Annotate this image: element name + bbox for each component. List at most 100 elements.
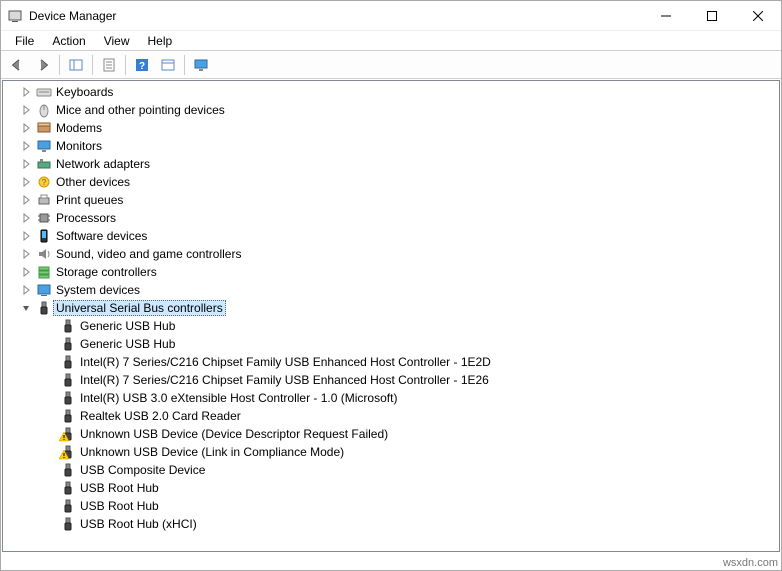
storage-icon	[36, 264, 52, 280]
window-title: Device Manager	[29, 9, 643, 23]
tree-device-label: Intel(R) 7 Series/C216 Chipset Family US…	[79, 355, 492, 369]
tree-category[interactable]: Processors	[3, 209, 779, 227]
tree-category-label: Mice and other pointing devices	[55, 103, 226, 117]
back-button[interactable]	[5, 54, 29, 76]
usb-icon-warning	[60, 444, 76, 460]
tree-category[interactable]: Storage controllers	[3, 263, 779, 281]
expand-arrow-icon[interactable]	[19, 247, 33, 261]
scan-hardware-button[interactable]	[156, 54, 180, 76]
expand-arrow-icon[interactable]	[19, 139, 33, 153]
collapse-arrow-icon[interactable]	[19, 301, 33, 315]
close-button[interactable]	[735, 1, 781, 30]
monitor-icon	[36, 138, 52, 154]
expand-arrow-icon[interactable]	[19, 157, 33, 171]
usb-icon	[60, 372, 76, 388]
tree-device[interactable]: Unknown USB Device (Link in Compliance M…	[3, 443, 779, 461]
tree-device[interactable]: Realtek USB 2.0 Card Reader	[3, 407, 779, 425]
tree-category-label: Modems	[55, 121, 103, 135]
title-bar: Device Manager	[1, 1, 781, 31]
tree-category-label: Software devices	[55, 229, 148, 243]
menu-bar: File Action View Help	[1, 31, 781, 51]
expand-arrow-icon[interactable]	[19, 211, 33, 225]
device-tree: Keyboards Mice and other pointing devices…	[3, 81, 779, 535]
menu-file[interactable]: File	[7, 33, 42, 49]
tree-device-label: Unknown USB Device (Device Descriptor Re…	[79, 427, 389, 441]
tree-category[interactable]: Keyboards	[3, 83, 779, 101]
toolbar-separator	[184, 55, 185, 75]
tree-device[interactable]: USB Root Hub	[3, 497, 779, 515]
usb-icon-warning	[60, 426, 76, 442]
tree-category-label: Monitors	[55, 139, 103, 153]
tree-category-label: Keyboards	[55, 85, 114, 99]
usb-icon	[60, 318, 76, 334]
tree-category[interactable]: Monitors	[3, 137, 779, 155]
properties-button[interactable]	[97, 54, 121, 76]
expand-arrow-icon[interactable]	[19, 265, 33, 279]
tree-category[interactable]: Print queues	[3, 191, 779, 209]
toolbar-separator	[125, 55, 126, 75]
minimize-button[interactable]	[643, 1, 689, 30]
tree-category-label: Print queues	[55, 193, 124, 207]
show-hide-button[interactable]	[64, 54, 88, 76]
tree-device[interactable]: Generic USB Hub	[3, 335, 779, 353]
tree-device[interactable]: Generic USB Hub	[3, 317, 779, 335]
system-icon	[36, 282, 52, 298]
expand-arrow-icon[interactable]	[19, 85, 33, 99]
sound-icon	[36, 246, 52, 262]
menu-action[interactable]: Action	[44, 33, 93, 49]
tree-category[interactable]: Sound, video and game controllers	[3, 245, 779, 263]
tree-category[interactable]: Mice and other pointing devices	[3, 101, 779, 119]
printer-icon	[36, 192, 52, 208]
tree-device[interactable]: Unknown USB Device (Device Descriptor Re…	[3, 425, 779, 443]
tree-device[interactable]: Intel(R) 7 Series/C216 Chipset Family US…	[3, 371, 779, 389]
tree-category[interactable]: System devices	[3, 281, 779, 299]
keyboard-icon	[36, 84, 52, 100]
monitor-button[interactable]	[189, 54, 213, 76]
forward-button[interactable]	[31, 54, 55, 76]
tree-device[interactable]: USB Root Hub (xHCI)	[3, 515, 779, 533]
tree-category-label: Network adapters	[55, 157, 151, 171]
device-tree-panel[interactable]: Keyboards Mice and other pointing devices…	[2, 80, 780, 552]
tree-device[interactable]: USB Root Hub	[3, 479, 779, 497]
expand-arrow-icon[interactable]	[19, 175, 33, 189]
usb-icon	[60, 498, 76, 514]
tree-category[interactable]: Modems	[3, 119, 779, 137]
app-icon	[7, 8, 23, 24]
usb-icon	[60, 354, 76, 370]
usb-icon	[60, 390, 76, 406]
tree-device-label: Generic USB Hub	[79, 319, 176, 333]
tree-device[interactable]: USB Composite Device	[3, 461, 779, 479]
tree-category-label: Sound, video and game controllers	[55, 247, 242, 261]
software-icon	[36, 228, 52, 244]
usb-icon	[36, 300, 52, 316]
usb-icon	[60, 516, 76, 532]
expand-arrow-icon[interactable]	[19, 283, 33, 297]
tree-category[interactable]: ?Other devices	[3, 173, 779, 191]
window-controls	[643, 1, 781, 30]
expand-arrow-icon[interactable]	[19, 103, 33, 117]
network-icon	[36, 156, 52, 172]
help-button[interactable]: ?	[130, 54, 154, 76]
tree-device-label: Unknown USB Device (Link in Compliance M…	[79, 445, 345, 459]
tree-category-label: System devices	[55, 283, 141, 297]
cpu-icon	[36, 210, 52, 226]
menu-help[interactable]: Help	[140, 33, 181, 49]
tree-device-label: USB Root Hub	[79, 481, 160, 495]
tree-category[interactable]: Software devices	[3, 227, 779, 245]
expand-arrow-icon[interactable]	[19, 229, 33, 243]
tree-category-usb[interactable]: Universal Serial Bus controllers	[3, 299, 779, 317]
usb-icon	[60, 480, 76, 496]
modem-icon	[36, 120, 52, 136]
mouse-icon	[36, 102, 52, 118]
expand-arrow-icon[interactable]	[19, 193, 33, 207]
svg-text:?: ?	[42, 178, 47, 187]
menu-view[interactable]: View	[96, 33, 138, 49]
tree-device-label: Generic USB Hub	[79, 337, 176, 351]
usb-icon	[60, 462, 76, 478]
tree-device[interactable]: Intel(R) USB 3.0 eXtensible Host Control…	[3, 389, 779, 407]
expand-arrow-icon[interactable]	[19, 121, 33, 135]
toolbar: ?	[1, 51, 781, 79]
tree-device[interactable]: Intel(R) 7 Series/C216 Chipset Family US…	[3, 353, 779, 371]
tree-category[interactable]: Network adapters	[3, 155, 779, 173]
maximize-button[interactable]	[689, 1, 735, 30]
